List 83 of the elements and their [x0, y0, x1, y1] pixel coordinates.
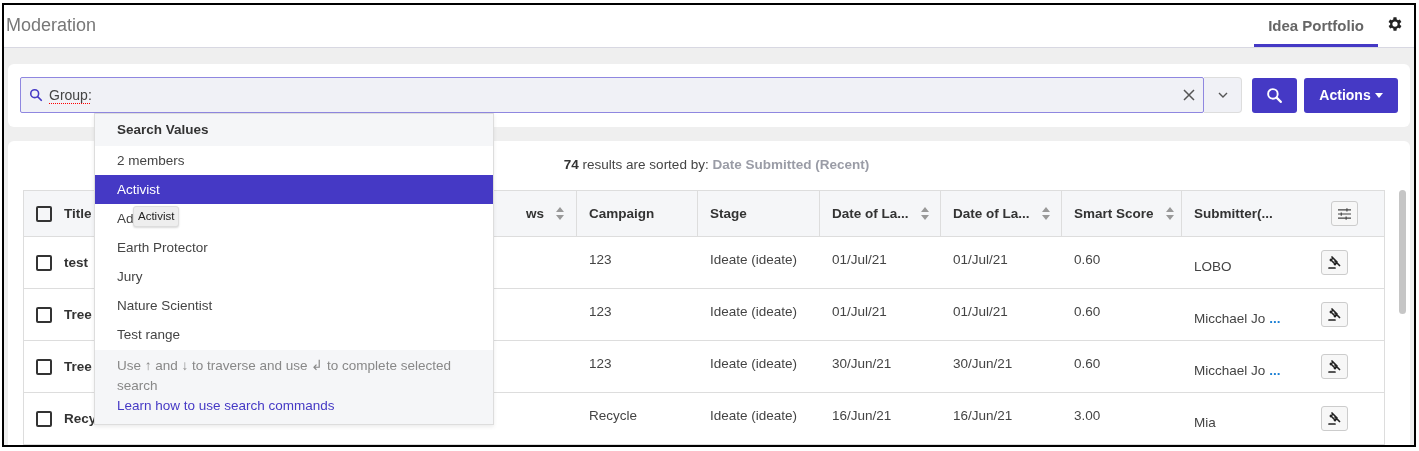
more-link[interactable]: ...	[1269, 363, 1281, 378]
search-query: Group:	[49, 87, 93, 103]
scrollbar[interactable]	[1399, 190, 1406, 314]
clear-icon[interactable]	[1183, 89, 1195, 101]
row-checkbox[interactable]	[36, 254, 52, 271]
table-cell: 0.60	[1074, 304, 1101, 319]
moderate-button[interactable]	[1321, 250, 1348, 275]
sort-icon[interactable]	[556, 207, 564, 220]
dropdown-option[interactable]: Jury	[95, 262, 493, 291]
dropdown-toggle[interactable]	[1204, 77, 1242, 113]
dropdown-option[interactable]: Nature Scientist	[95, 291, 493, 320]
nav-tab[interactable]: Idea Portfolio	[1254, 5, 1378, 47]
gavel-icon	[1328, 412, 1341, 425]
table-cell: 01/Jul/21	[953, 304, 1008, 319]
search-icon	[29, 88, 43, 102]
table-cell: 0.60	[1074, 356, 1101, 371]
table-cell: 16/Jun/21	[832, 408, 892, 423]
column-header[interactable]: Date of La...	[832, 206, 929, 221]
search-button[interactable]	[1252, 77, 1297, 113]
sort-icon[interactable]	[920, 207, 929, 220]
row-checkbox[interactable]	[36, 410, 52, 427]
table-cell: Mia	[1194, 415, 1216, 430]
column-header[interactable]: Submitter(...	[1194, 206, 1331, 221]
dropdown-option[interactable]: Earth Protector	[95, 233, 493, 262]
dropdown-heading: Search Values	[95, 114, 493, 146]
select-all-checkbox[interactable]	[36, 205, 52, 222]
table-cell: 01/Jul/21	[953, 252, 1008, 267]
dropdown-option[interactable]: Ad Activist	[95, 204, 493, 233]
hint-text: Use ↑ and ↓ to traverse and use ↲ to complete selected search	[117, 357, 452, 395]
table-cell: Ideate (ideate)	[710, 356, 798, 371]
idea-title[interactable]: Tree	[64, 359, 92, 374]
table-cell: 30/Jun/21	[832, 356, 892, 371]
table-cell: 123	[589, 356, 612, 371]
moderate-button[interactable]	[1321, 302, 1348, 327]
moderate-button[interactable]	[1321, 354, 1348, 379]
column-header[interactable]: Title	[64, 206, 92, 221]
gavel-icon	[1328, 360, 1341, 373]
table-cell: Ideate (ideate)	[710, 408, 798, 423]
table-cell: 3.00	[1074, 408, 1101, 423]
search-icon	[1266, 86, 1283, 104]
table-cell: Micchael Jo	[1194, 311, 1266, 326]
column-header[interactable]: Date of La...	[953, 206, 1050, 221]
table-cell: Ideate (ideate)	[710, 304, 798, 319]
dropdown-option[interactable]: Test range	[95, 320, 493, 349]
dropdown-option[interactable]: 2 members	[95, 146, 493, 175]
sliders-icon	[1338, 206, 1351, 221]
gavel-icon	[1328, 308, 1341, 321]
tooltip: Activist	[133, 206, 180, 227]
gavel-icon	[1328, 256, 1341, 269]
search-field[interactable]: Group:	[20, 77, 1204, 113]
help-link[interactable]: Learn how to use search commands	[117, 396, 335, 416]
sort-icon[interactable]	[1041, 207, 1050, 220]
column-header[interactable]: Stage	[710, 206, 807, 221]
table-cell: 01/Jul/21	[832, 252, 887, 267]
table-cell: 123	[589, 304, 612, 319]
column-header[interactable]: Smart Score	[1074, 206, 1174, 221]
dropdown-option[interactable]: Activist	[95, 175, 493, 204]
actions-button[interactable]: Actions	[1304, 77, 1398, 113]
table-cell: 123	[589, 252, 612, 267]
column-header[interactable]: ws	[526, 206, 564, 221]
page-title: Moderation	[5, 14, 98, 37]
table-cell: 30/Jun/21	[953, 356, 1013, 371]
more-link[interactable]: ...	[1269, 311, 1281, 326]
settings-icon[interactable]	[1386, 15, 1404, 33]
sort-icon[interactable]	[1165, 207, 1174, 220]
idea-title[interactable]: test	[64, 255, 88, 270]
column-settings-button[interactable]	[1331, 201, 1358, 226]
column-header[interactable]: Campaign	[589, 206, 685, 221]
table-cell: Micchael Jo	[1194, 363, 1266, 378]
row-checkbox[interactable]	[36, 306, 52, 323]
table-cell: Ideate (ideate)	[710, 252, 798, 267]
row-checkbox[interactable]	[36, 358, 52, 375]
chevron-down-icon	[1217, 92, 1228, 98]
table-cell: Recycle	[589, 408, 637, 423]
moderate-button[interactable]	[1321, 406, 1348, 431]
caret-icon	[1374, 92, 1383, 98]
table-cell: 0.60	[1074, 252, 1101, 267]
idea-title[interactable]: Tree	[64, 307, 92, 322]
table-cell: 16/Jun/21	[953, 408, 1013, 423]
table-cell: LOBO	[1194, 259, 1232, 274]
idea-title[interactable]: Recy	[64, 411, 97, 426]
table-cell: 01/Jul/21	[832, 304, 887, 319]
results-summary: 74 results are sorted by: Date Submitted (Recent)	[563, 157, 870, 172]
